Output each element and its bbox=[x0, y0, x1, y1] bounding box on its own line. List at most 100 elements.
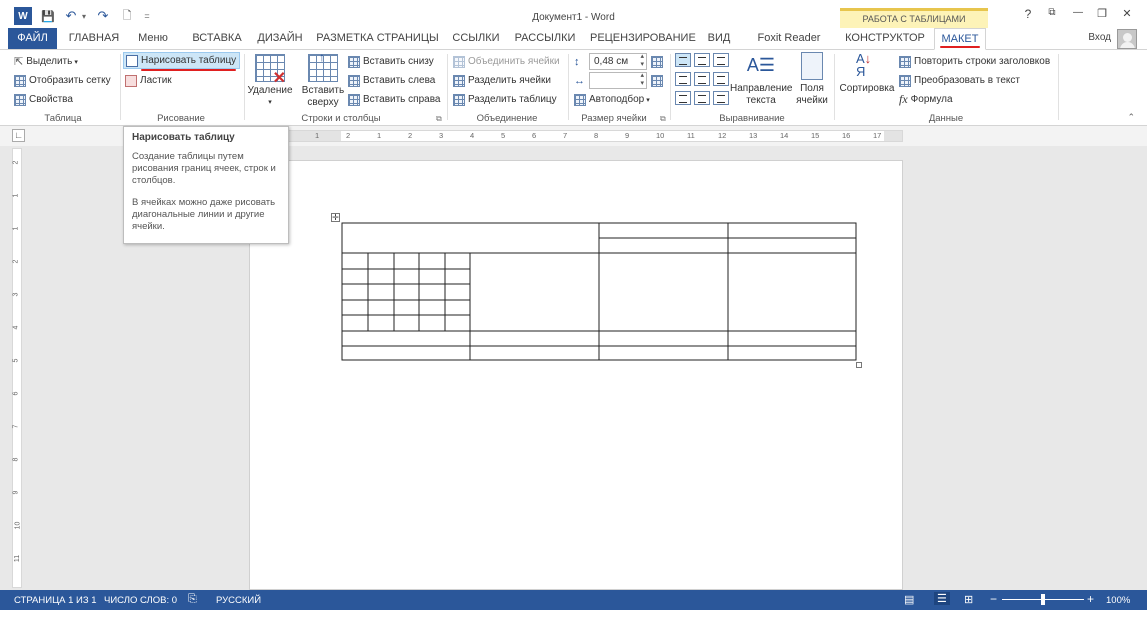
restore-icon[interactable]: ❐ bbox=[1093, 7, 1111, 25]
title-bar: W 💾 ↶ ▾ ↷ 🗋 = Документ1 - Word РАБОТА С … bbox=[0, 0, 1147, 30]
align-top-left-button[interactable] bbox=[675, 53, 691, 67]
ruler-tick-label: 7 bbox=[12, 424, 20, 429]
ruler-tick-label: 13 bbox=[749, 131, 758, 140]
tab-insert[interactable]: ВСТАВКА bbox=[184, 28, 250, 49]
align-top-center-button[interactable] bbox=[694, 53, 710, 67]
cell-margins-button[interactable]: Поля ячейки bbox=[793, 52, 831, 107]
page-count[interactable]: СТРАНИЦА 1 ИЗ 1 bbox=[14, 595, 97, 606]
align-center-right-button[interactable] bbox=[713, 72, 729, 86]
insert-left-button[interactable]: Вставить слева bbox=[348, 72, 435, 89]
word-count[interactable]: ЧИСЛО СЛОВ: 0 bbox=[104, 595, 177, 606]
ruler-tick-label: 1 bbox=[12, 226, 20, 231]
sign-in-link[interactable]: Вход bbox=[1088, 32, 1111, 43]
merge-cells-icon bbox=[453, 55, 465, 68]
tab-view[interactable]: ВИД bbox=[702, 28, 736, 49]
insert-below-button[interactable]: Вставить снизу bbox=[348, 53, 434, 70]
avatar[interactable] bbox=[1117, 29, 1137, 49]
help-icon[interactable]: ? bbox=[1019, 7, 1037, 25]
delete-table-icon: ✕ bbox=[255, 54, 286, 87]
ruler-right-margin bbox=[884, 131, 902, 141]
proofing-icon[interactable]: ⎘ bbox=[188, 593, 197, 606]
align-center-left-button[interactable] bbox=[675, 72, 691, 86]
vertical-ruler[interactable]: 2 1 1 2 3 4 5 6 7 8 9 10 11 bbox=[12, 148, 22, 588]
tab-constructor[interactable]: КОНСТРУКТОР bbox=[842, 28, 928, 49]
split-cells-button[interactable]: Разделить ячейки bbox=[453, 72, 551, 89]
ruler-tick-label: 9 bbox=[12, 490, 20, 495]
read-mode-icon[interactable]: ▤ bbox=[904, 593, 914, 606]
convert-to-text-button[interactable]: Преобразовать в текст bbox=[899, 72, 1020, 89]
insert-above-button[interactable]: ↑ Вставить сверху bbox=[300, 51, 346, 109]
select-button[interactable]: ⇱ Выделить ▾ bbox=[14, 53, 78, 70]
annotation-underline-draw-table bbox=[141, 69, 236, 71]
print-layout-icon[interactable]: ☰ bbox=[934, 592, 950, 605]
insert-right-button[interactable]: Вставить справа bbox=[348, 91, 440, 108]
language-indicator[interactable]: РУССКИЙ bbox=[216, 595, 261, 606]
ruler-tick-label: 3 bbox=[12, 292, 20, 297]
ruler-tick-label: 8 bbox=[12, 457, 20, 462]
column-width-input[interactable] bbox=[589, 72, 647, 89]
show-grid-button[interactable]: Отобразить сетку bbox=[14, 72, 111, 89]
tab-review[interactable]: РЕЦЕНЗИРОВАНИЕ bbox=[590, 28, 696, 49]
text-direction-button[interactable]: A☰ Направление текста bbox=[730, 52, 792, 107]
zoom-slider-thumb[interactable] bbox=[1041, 594, 1045, 605]
tooltip-tip: В ячейках можно даже рисовать диагональн… bbox=[132, 197, 276, 232]
align-center-button[interactable] bbox=[694, 72, 710, 86]
ruler-tick-label: 1 bbox=[12, 193, 20, 198]
distribute-rows-button[interactable] bbox=[651, 53, 663, 70]
tab-design[interactable]: ДИЗАЙН bbox=[252, 28, 308, 49]
ruler-tick-label: 4 bbox=[470, 131, 475, 140]
group-label-data: Данные bbox=[928, 113, 964, 124]
tab-page-layout[interactable]: РАЗМЕТКА СТРАНИЦЫ bbox=[316, 28, 439, 49]
repeat-header-rows-button[interactable]: Повторить строки заголовков bbox=[899, 53, 1050, 70]
dialog-launcher-icon[interactable]: ⧉ bbox=[436, 114, 442, 124]
ribbon-display-options-icon[interactable]: ⧉ bbox=[1043, 7, 1061, 25]
zoom-out-button[interactable]: − bbox=[990, 592, 997, 606]
tab-mailings[interactable]: РАССЫЛКИ bbox=[512, 28, 578, 49]
ruler-tick-label: 10 bbox=[656, 131, 665, 140]
web-layout-icon[interactable]: ⊞ bbox=[964, 593, 973, 606]
ribbon: ⇱ Выделить ▾ Отобразить сетку Свойства Т… bbox=[0, 50, 1147, 126]
autofit-button[interactable]: Автоподбор ▾ bbox=[574, 91, 650, 108]
tab-home[interactable]: ГЛАВНАЯ bbox=[64, 28, 124, 49]
ruler-tick-label: 10 bbox=[14, 521, 22, 530]
tab-file[interactable]: ФАЙЛ bbox=[8, 28, 57, 49]
tab-menu[interactable]: Меню bbox=[132, 28, 174, 49]
eraser-button[interactable]: Ластик bbox=[125, 72, 172, 89]
align-bottom-center-button[interactable] bbox=[694, 91, 710, 105]
properties-button[interactable]: Свойства bbox=[14, 91, 73, 108]
ruler-tick-label: 14 bbox=[780, 131, 789, 140]
dialog-launcher-icon[interactable]: ⧉ bbox=[660, 114, 666, 124]
align-top-right-button[interactable] bbox=[713, 53, 729, 67]
ruler-tick-label: 2 bbox=[12, 259, 20, 264]
tab-foxit-reader-pdf[interactable]: Foxit Reader PDF bbox=[746, 28, 832, 65]
ruler-tick-label: 1 bbox=[315, 131, 320, 140]
column-width-icon: ↔ bbox=[574, 74, 585, 87]
table-resize-handle[interactable] bbox=[856, 362, 862, 368]
ruler-tick-label: 2 bbox=[408, 131, 413, 140]
sort-button[interactable]: А↓ Я Сортировка bbox=[838, 52, 896, 95]
tab-references[interactable]: ССЫЛКИ bbox=[449, 28, 503, 49]
split-table-button[interactable]: Разделить таблицу bbox=[453, 91, 557, 108]
delete-button[interactable]: ✕ Удаление ▾ bbox=[247, 54, 293, 109]
ruler-tick-label: 6 bbox=[12, 391, 20, 396]
row-height-input[interactable]: 0,48 см bbox=[589, 53, 647, 70]
collapse-ribbon-icon[interactable]: ⌃ bbox=[1127, 112, 1135, 123]
minimize-icon[interactable]: — bbox=[1069, 7, 1087, 25]
formula-button[interactable]: fx Формула bbox=[899, 91, 953, 108]
table-move-handle[interactable]: ✛ bbox=[331, 213, 340, 222]
align-bottom-left-button[interactable] bbox=[675, 91, 691, 105]
drawn-table[interactable] bbox=[250, 161, 904, 591]
tab-selector-icon[interactable]: ∟ bbox=[12, 129, 25, 142]
zoom-level[interactable]: 100% bbox=[1106, 595, 1130, 606]
close-icon[interactable]: ✕ bbox=[1118, 7, 1136, 25]
merge-cells-button[interactable]: Объединить ячейки bbox=[453, 53, 560, 70]
zoom-in-button[interactable]: + bbox=[1087, 592, 1094, 606]
horizontal-ruler[interactable]: 1 2 1 2 3 4 5 6 7 8 9 10 11 12 13 14 15 16 17 bbox=[248, 130, 903, 142]
group-separator bbox=[120, 54, 121, 120]
pencil-icon bbox=[126, 54, 138, 67]
chevron-down-icon: ▾ bbox=[74, 58, 78, 66]
draw-table-button[interactable]: Нарисовать таблицу bbox=[123, 52, 240, 69]
distribute-columns-button[interactable] bbox=[651, 72, 663, 89]
align-bottom-right-button[interactable] bbox=[713, 91, 729, 105]
document-page[interactable]: ✛ bbox=[249, 160, 903, 590]
